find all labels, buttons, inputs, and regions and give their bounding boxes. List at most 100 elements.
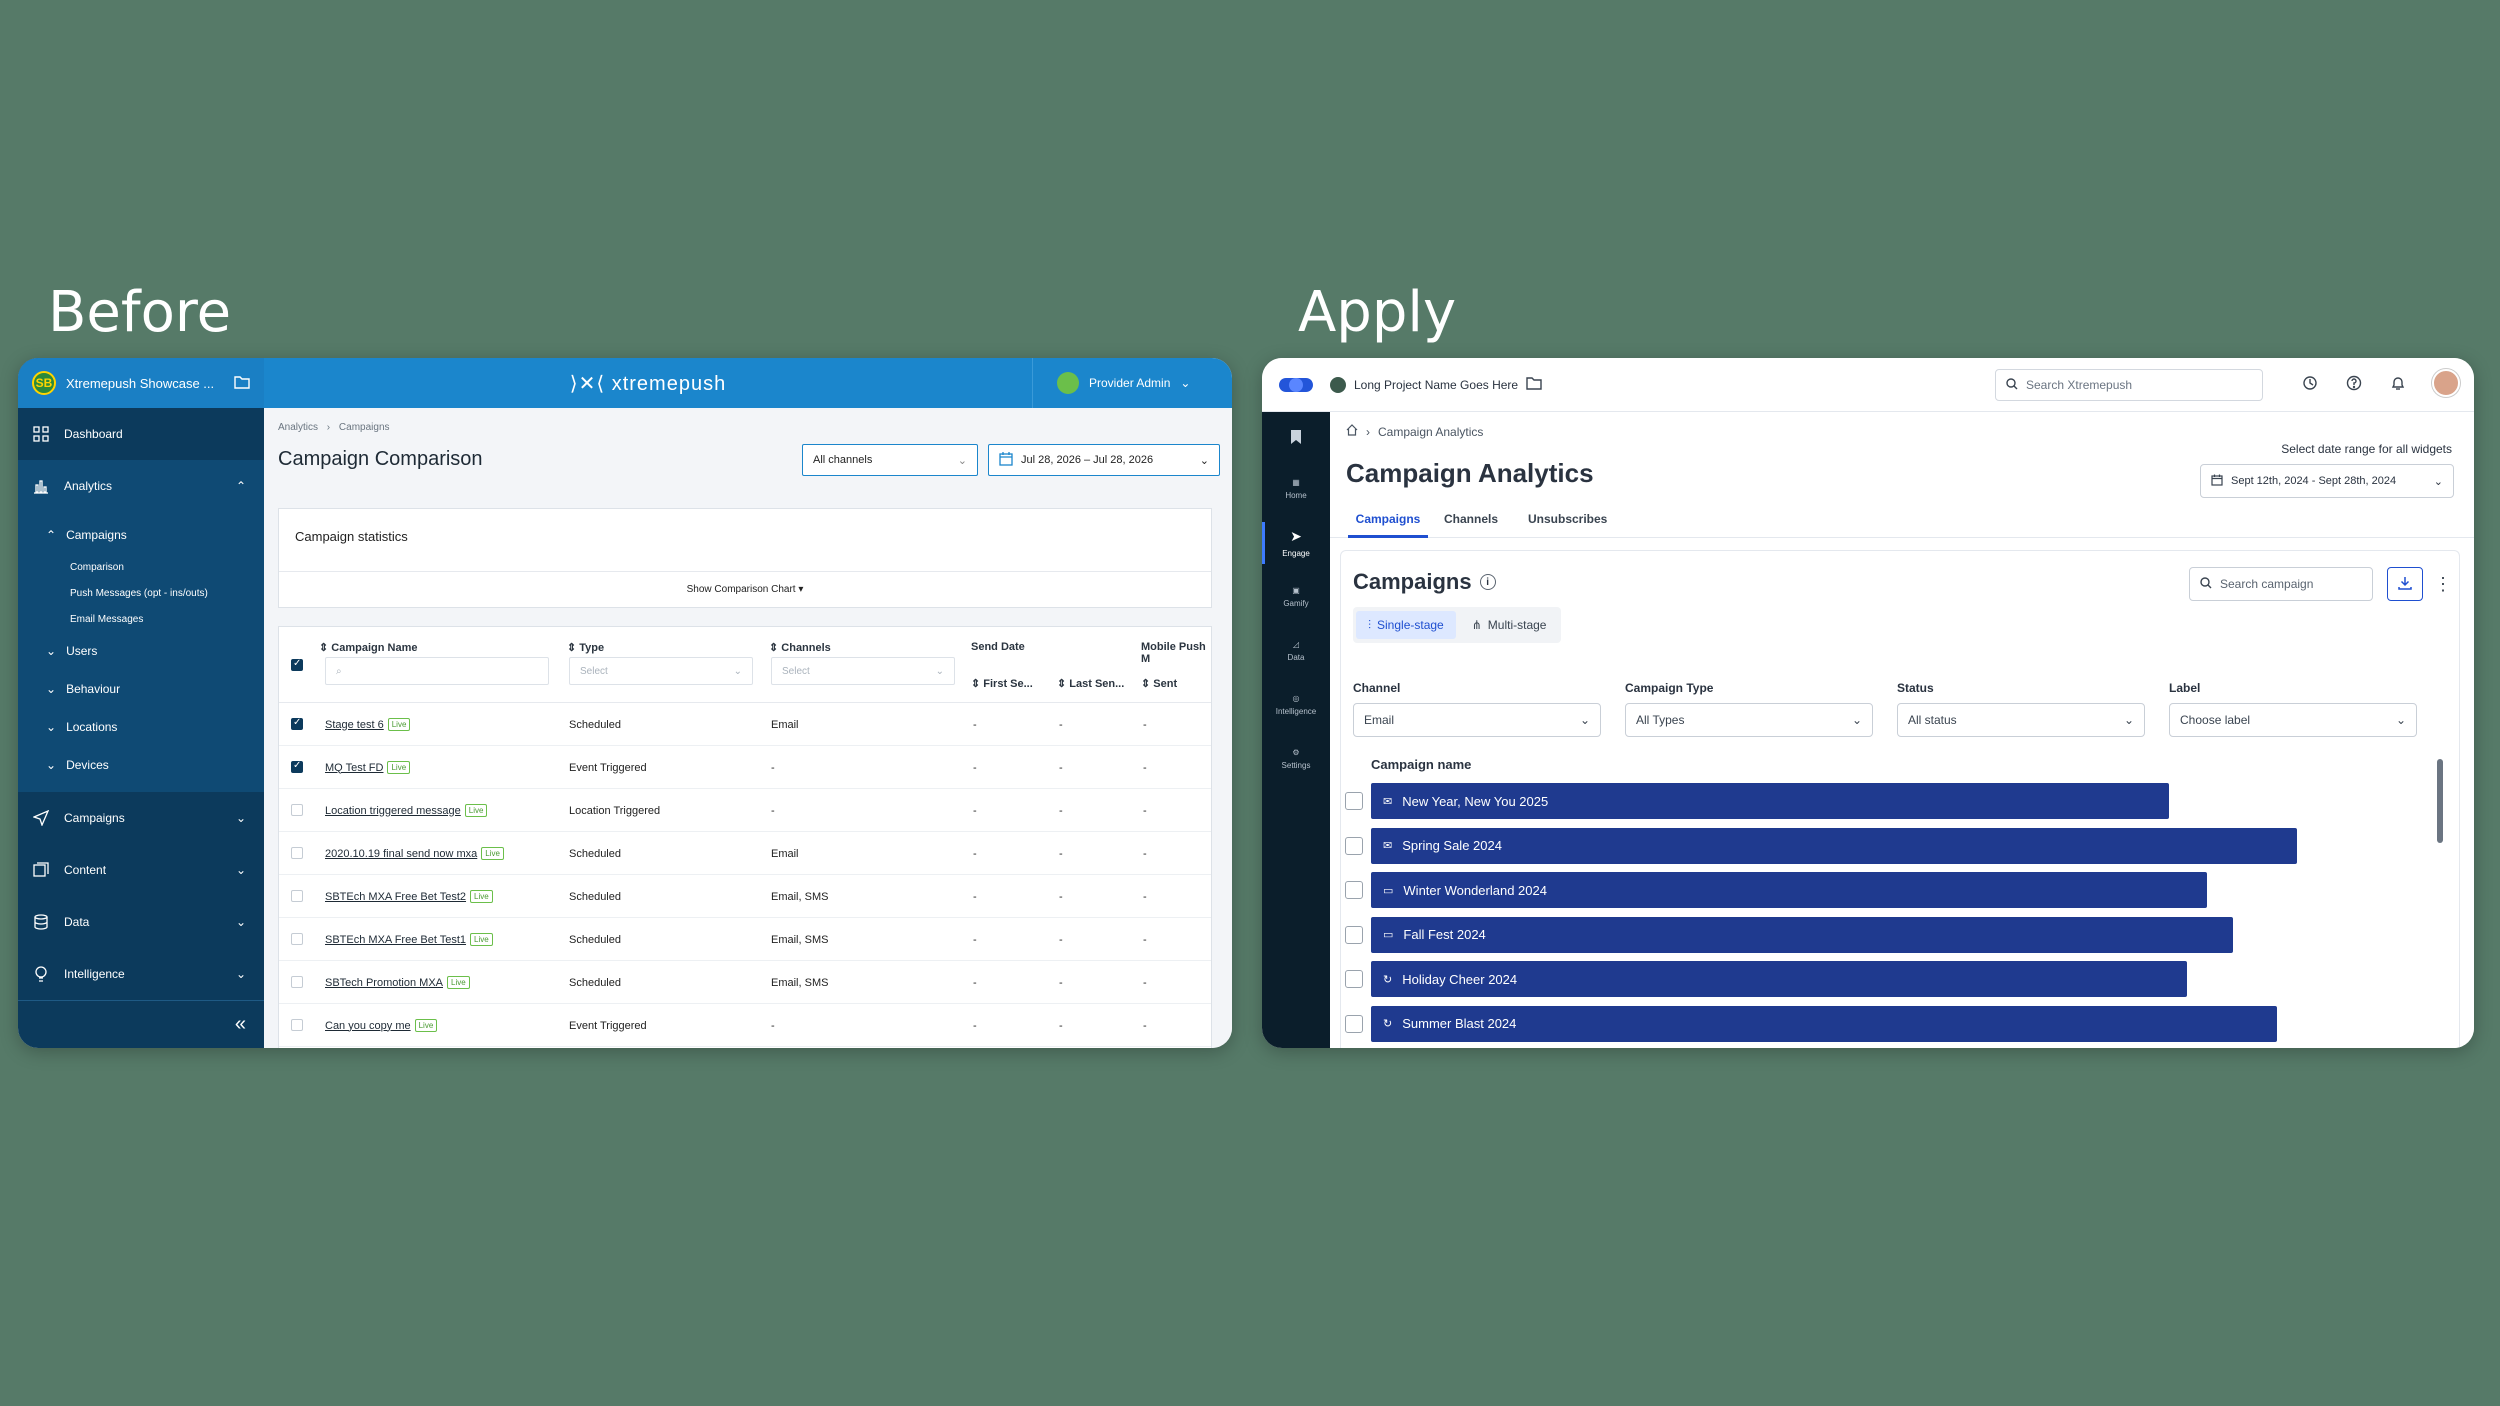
- list-item[interactable]: ▭ Winter Wonderland 2024: [1341, 872, 2341, 908]
- column-header-name[interactable]: ⇕ Campaign Name: [319, 641, 417, 654]
- submenu-comparison[interactable]: Comparison: [18, 554, 264, 580]
- campaign-link[interactable]: MQ Test FD: [325, 762, 383, 774]
- campaign-link[interactable]: Location triggered message: [325, 805, 461, 817]
- row-checkbox[interactable]: [291, 804, 303, 816]
- row-checkbox[interactable]: [1345, 970, 1363, 988]
- breadcrumb-analytics[interactable]: Analytics: [278, 422, 318, 433]
- multi-stage-button[interactable]: ⋔ Multi-stage: [1460, 611, 1559, 639]
- logo[interactable]: [1262, 377, 1330, 392]
- row-checkbox[interactable]: [1345, 881, 1363, 899]
- bookmark-icon[interactable]: [1262, 412, 1330, 462]
- column-header-type[interactable]: ⇕ Type: [567, 641, 604, 654]
- list-item[interactable]: ✉ New Year, New You 2025: [1341, 783, 2341, 819]
- table-row[interactable]: SBTEch MXA Free Bet Test2 Live Scheduled Em…: [279, 875, 1211, 918]
- campaign-link[interactable]: SBTech Promotion MXA: [325, 977, 443, 989]
- campaign-bar[interactable]: ▭ Fall Fest 2024: [1371, 916, 2233, 953]
- list-item[interactable]: ▭ Fall Fest 2024: [1341, 916, 2341, 953]
- row-checkbox[interactable]: [291, 847, 303, 859]
- submenu-email-messages[interactable]: Email Messages: [18, 606, 264, 632]
- collapse-sidebar-button[interactable]: «: [18, 1000, 264, 1048]
- date-range-picker[interactable]: Jul 28, 2026 – Jul 28, 2026 ⌄: [988, 444, 1220, 476]
- sidebar-item-engage[interactable]: ➤ Engage: [1262, 516, 1330, 570]
- submenu-behaviour[interactable]: ⌄ Behaviour: [18, 670, 264, 708]
- row-checkbox[interactable]: [1345, 836, 1363, 855]
- sidebar-item-dashboard[interactable]: Dashboard: [18, 408, 264, 460]
- submenu-campaigns[interactable]: ⌃ Campaigns: [18, 516, 264, 554]
- tab-campaigns[interactable]: Campaigns: [1348, 500, 1428, 538]
- list-item[interactable]: ↻ Summer Blast 2024: [1341, 1005, 2341, 1042]
- column-header-first-sent[interactable]: ⇕ First Se...: [971, 677, 1033, 690]
- row-checkbox[interactable]: [291, 890, 303, 902]
- campaign-link[interactable]: SBTEch MXA Free Bet Test1: [325, 934, 466, 946]
- search-campaign-input[interactable]: Search campaign: [2189, 567, 2373, 601]
- more-options-icon[interactable]: ⋮: [2433, 567, 2453, 601]
- campaign-link[interactable]: SBTEch MXA Free Bet Test2: [325, 891, 466, 903]
- home-icon[interactable]: [1346, 424, 1358, 439]
- row-checkbox[interactable]: [291, 933, 303, 945]
- filter-select[interactable]: All status ⌄: [1897, 703, 2145, 737]
- sidebar-item-analytics[interactable]: Analytics ⌃: [18, 460, 264, 512]
- status-icon[interactable]: [2300, 373, 2320, 393]
- help-icon[interactable]: [2344, 373, 2364, 393]
- global-search-input[interactable]: Search Xtremepush: [1995, 369, 2263, 401]
- campaign-bar[interactable]: ✉ Spring Sale 2024: [1371, 827, 2297, 864]
- single-stage-button[interactable]: ⫶ Single-stage: [1356, 611, 1456, 639]
- table-row[interactable]: Can you copy me Live Event Triggered - - - -: [279, 1004, 1211, 1047]
- sidebar-item-intelligence[interactable]: ◎ Intelligence: [1262, 678, 1330, 732]
- table-row[interactable]: Stage test 6Live Scheduled Email - - -: [279, 703, 1211, 746]
- bell-icon[interactable]: [2388, 373, 2408, 393]
- row-checkbox[interactable]: [1345, 1014, 1363, 1033]
- type-filter[interactable]: Select ⌄: [569, 657, 753, 685]
- sidebar-item-data[interactable]: ◿ Data: [1262, 624, 1330, 678]
- sidebar-item-settings[interactable]: ⚙ Settings: [1262, 732, 1330, 786]
- channels-select[interactable]: All channels ⌄: [802, 444, 978, 476]
- table-row[interactable]: SBTEch MXA Free Bet Test1 Live Scheduled Em…: [279, 918, 1211, 961]
- select-all-checkbox[interactable]: [291, 658, 303, 671]
- row-checkbox[interactable]: [1345, 792, 1363, 810]
- campaign-bar[interactable]: ↻ Summer Blast 2024: [1371, 1005, 2277, 1042]
- sidebar-item-intelligence[interactable]: Intelligence ⌄: [18, 948, 264, 1000]
- column-header-channels[interactable]: ⇕ Channels: [769, 641, 831, 654]
- sidebar-item-gamify[interactable]: ▣ Gamify: [1262, 570, 1330, 624]
- table-row[interactable]: Location triggered message Live Location T…: [279, 789, 1211, 832]
- column-header-sent[interactable]: ⇕ Sent: [1141, 677, 1177, 690]
- folder-icon[interactable]: [234, 375, 250, 392]
- channels-filter[interactable]: Select ⌄: [771, 657, 955, 685]
- submenu-push-messages[interactable]: Push Messages (opt - ins/outs): [18, 580, 264, 606]
- campaign-name-filter[interactable]: ⌕: [325, 657, 549, 685]
- filter-select[interactable]: Email ⌄: [1353, 703, 1601, 737]
- submenu-devices[interactable]: ⌄ Devices: [18, 746, 264, 784]
- project-switcher[interactable]: Long Project Name Goes Here: [1330, 376, 1542, 393]
- row-checkbox[interactable]: [291, 717, 303, 730]
- show-comparison-chart-button[interactable]: Show Comparison Chart ▾: [279, 571, 1211, 607]
- sidebar-item-content[interactable]: Content ⌄: [18, 844, 264, 896]
- folder-icon[interactable]: [1526, 376, 1542, 393]
- submenu-locations[interactable]: ⌄ Locations: [18, 708, 264, 746]
- list-item[interactable]: ↻ Holiday Cheer 2024: [1341, 961, 2341, 997]
- campaign-link[interactable]: 2020.10.19 final send now mxa: [325, 848, 477, 860]
- row-checkbox[interactable]: [1345, 925, 1363, 944]
- campaign-link[interactable]: Can you copy me: [325, 1020, 411, 1032]
- info-icon[interactable]: i: [1479, 574, 1496, 590]
- submenu-users[interactable]: ⌄ Users: [18, 632, 264, 670]
- campaign-bar[interactable]: ▭ Winter Wonderland 2024: [1371, 872, 2207, 908]
- filter-select[interactable]: All Types ⌄: [1625, 703, 1873, 737]
- list-item[interactable]: ✉ Spring Sale 2024: [1341, 827, 2341, 864]
- filter-select[interactable]: Choose label ⌄: [2169, 703, 2417, 737]
- download-button[interactable]: [2387, 567, 2423, 601]
- workspace-switcher[interactable]: SB Xtremepush Showcase ...: [18, 358, 264, 408]
- row-checkbox[interactable]: [291, 760, 303, 773]
- date-range-picker[interactable]: Sept 12th, 2024 - Sept 28th, 2024 ⌄: [2200, 464, 2454, 498]
- campaign-bar[interactable]: ↻ Holiday Cheer 2024: [1371, 961, 2187, 997]
- row-checkbox[interactable]: [291, 1019, 303, 1031]
- table-row[interactable]: 2020.10.19 final send now mxa Live Schedul…: [279, 832, 1211, 875]
- table-row[interactable]: SBTech Promotion MXA Live Scheduled Email, …: [279, 961, 1211, 1004]
- avatar[interactable]: [2432, 369, 2460, 397]
- campaign-bar[interactable]: ✉ New Year, New You 2025: [1371, 783, 2169, 819]
- table-row[interactable]: MQ Test FD Live Event Triggered - - - -: [279, 746, 1211, 789]
- scrollbar[interactable]: [2437, 759, 2443, 843]
- campaign-link[interactable]: Stage test 6: [325, 719, 384, 731]
- sidebar-item-home[interactable]: ▦ Home: [1262, 462, 1330, 516]
- sidebar-item-campaigns[interactable]: Campaigns ⌄: [18, 792, 264, 844]
- row-checkbox[interactable]: [291, 976, 303, 988]
